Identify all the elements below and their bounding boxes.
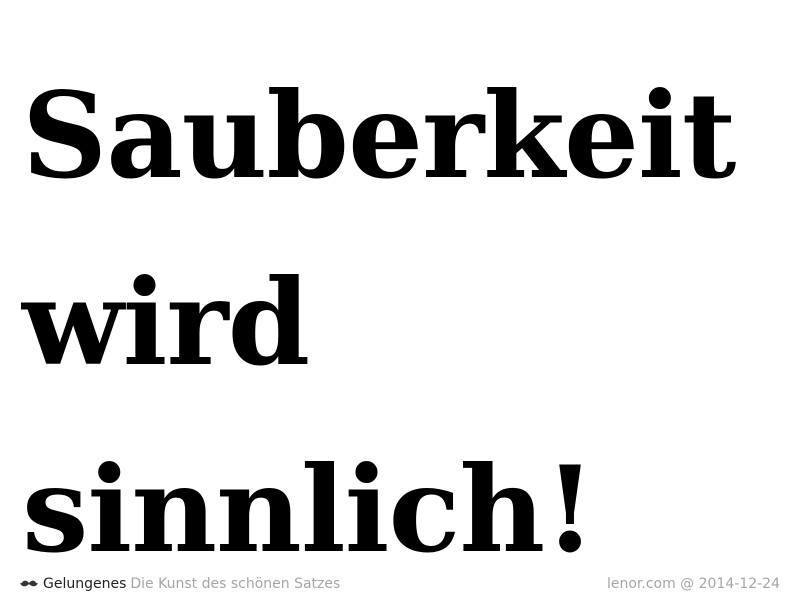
mustache-icon bbox=[20, 580, 38, 587]
tagline: Die Kunst des schönen Satzes bbox=[130, 576, 341, 592]
footer-branding: Gelungenes Die Kunst des schönen Satzes bbox=[20, 574, 340, 594]
source-credit: lenor.com @ 2014-12-24 bbox=[606, 576, 780, 592]
footer: Gelungenes Die Kunst des schönen Satzes … bbox=[20, 574, 780, 594]
headline-quote: Sauberkeit wird sinnlich! bbox=[22, 42, 792, 603]
headline-line-2: wird bbox=[22, 253, 310, 392]
brand-name: Gelungenes bbox=[43, 576, 127, 592]
headline-line-1: Sauberkeit bbox=[22, 66, 736, 205]
